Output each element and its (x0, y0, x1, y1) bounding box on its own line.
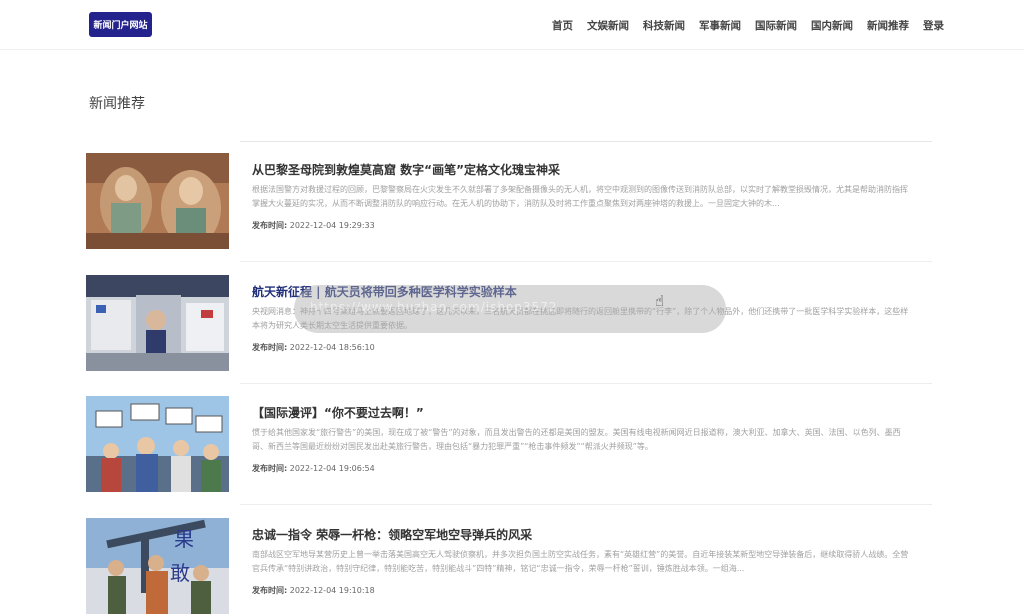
article-divider (240, 504, 932, 505)
article-summary: 根据法国警方对救援过程的回顾，巴黎警察局在火灾发生不久就部署了多架配备摄像头的无… (252, 185, 908, 208)
article-title[interactable]: 忠诚一指令 荣辱一杆枪：领略空军地空导弹兵的风采 (252, 526, 532, 543)
article-item: 从巴黎圣母院到敦煌莫高窟 数字“画笔”定格文化瑰宝神采 根据法国警方对救援过程的… (86, 153, 932, 262)
publish-time-label: 发布时间: (252, 343, 288, 352)
publish-time: 2022-12-04 19:06:54 (289, 464, 375, 473)
publish-time-label: 发布时间: (252, 464, 288, 473)
article-title[interactable]: 从巴黎圣母院到敦煌莫高窟 数字“画笔”定格文化瑰宝神采 (252, 161, 560, 178)
article-item: 果 敢 忠诚一指令 荣辱一杆枪：领略空军地空导弹兵的风采 南部战区空军地导某营历… (86, 518, 932, 614)
publish-time: 2022-12-04 18:56:10 (289, 343, 375, 352)
article-thumbnail[interactable]: 果 敢 (86, 518, 229, 614)
section-divider (240, 141, 932, 142)
nav-technology[interactable]: 科技新闻 (643, 18, 685, 33)
article-thumbnail[interactable] (86, 275, 229, 371)
nav-domestic[interactable]: 国内新闻 (811, 18, 853, 33)
nav-entertainment[interactable]: 文娱新闻 (587, 18, 629, 33)
nav-international[interactable]: 国际新闻 (755, 18, 797, 33)
publish-time-label: 发布时间: (252, 221, 288, 230)
article-divider (240, 261, 932, 262)
watermark-text: https://www.huzhan.com/ishop3572 (310, 300, 558, 314)
article-item: 【国际漫评】“你不要过去啊！” 惯于给其他国家发“旅行警告”的美国，现在成了被“… (86, 396, 932, 505)
publish-time-label: 发布时间: (252, 586, 288, 595)
svg-text:敢: 敢 (170, 561, 190, 585)
hand-cursor-icon: ☝ (655, 292, 665, 310)
site-header: 新闻门户网站 首页 文娱新闻 科技新闻 军事新闻 国际新闻 国内新闻 新闻推荐 … (0, 0, 1024, 50)
publish-time: 2022-12-04 19:10:18 (289, 586, 375, 595)
nav-home[interactable]: 首页 (552, 18, 573, 33)
article-title[interactable]: 【国际漫评】“你不要过去啊！” (252, 404, 424, 421)
article-meta: 发布时间: 2022-12-04 19:10:18 (252, 585, 375, 596)
nav-login[interactable]: 登录 (923, 18, 944, 33)
nav-recommend[interactable]: 新闻推荐 (867, 18, 909, 33)
section-title: 新闻推荐 (89, 96, 145, 112)
article-divider (240, 383, 932, 384)
article-thumbnail[interactable] (86, 396, 229, 492)
main-nav: 首页 文娱新闻 科技新闻 军事新闻 国际新闻 国内新闻 新闻推荐 登录 (538, 0, 944, 50)
article-summary: 惯于给其他国家发“旅行警告”的美国，现在成了被“警告”的对象，而且发出警告的还都… (252, 428, 901, 451)
article-meta: 发布时间: 2022-12-04 19:06:54 (252, 463, 375, 474)
nav-military[interactable]: 军事新闻 (699, 18, 741, 33)
article-summary: 南部战区空军地导某营历史上曾一举击落美国高空无人驾驶侦察机，并多次担负国土防空实… (252, 550, 909, 573)
publish-time: 2022-12-04 19:29:33 (289, 221, 375, 230)
svg-text:果: 果 (174, 527, 194, 551)
article-thumbnail[interactable] (86, 153, 229, 249)
site-logo[interactable]: 新闻门户网站 (89, 12, 152, 37)
article-meta: 发布时间: 2022-12-04 18:56:10 (252, 342, 375, 353)
article-meta: 发布时间: 2022-12-04 19:29:33 (252, 220, 375, 231)
